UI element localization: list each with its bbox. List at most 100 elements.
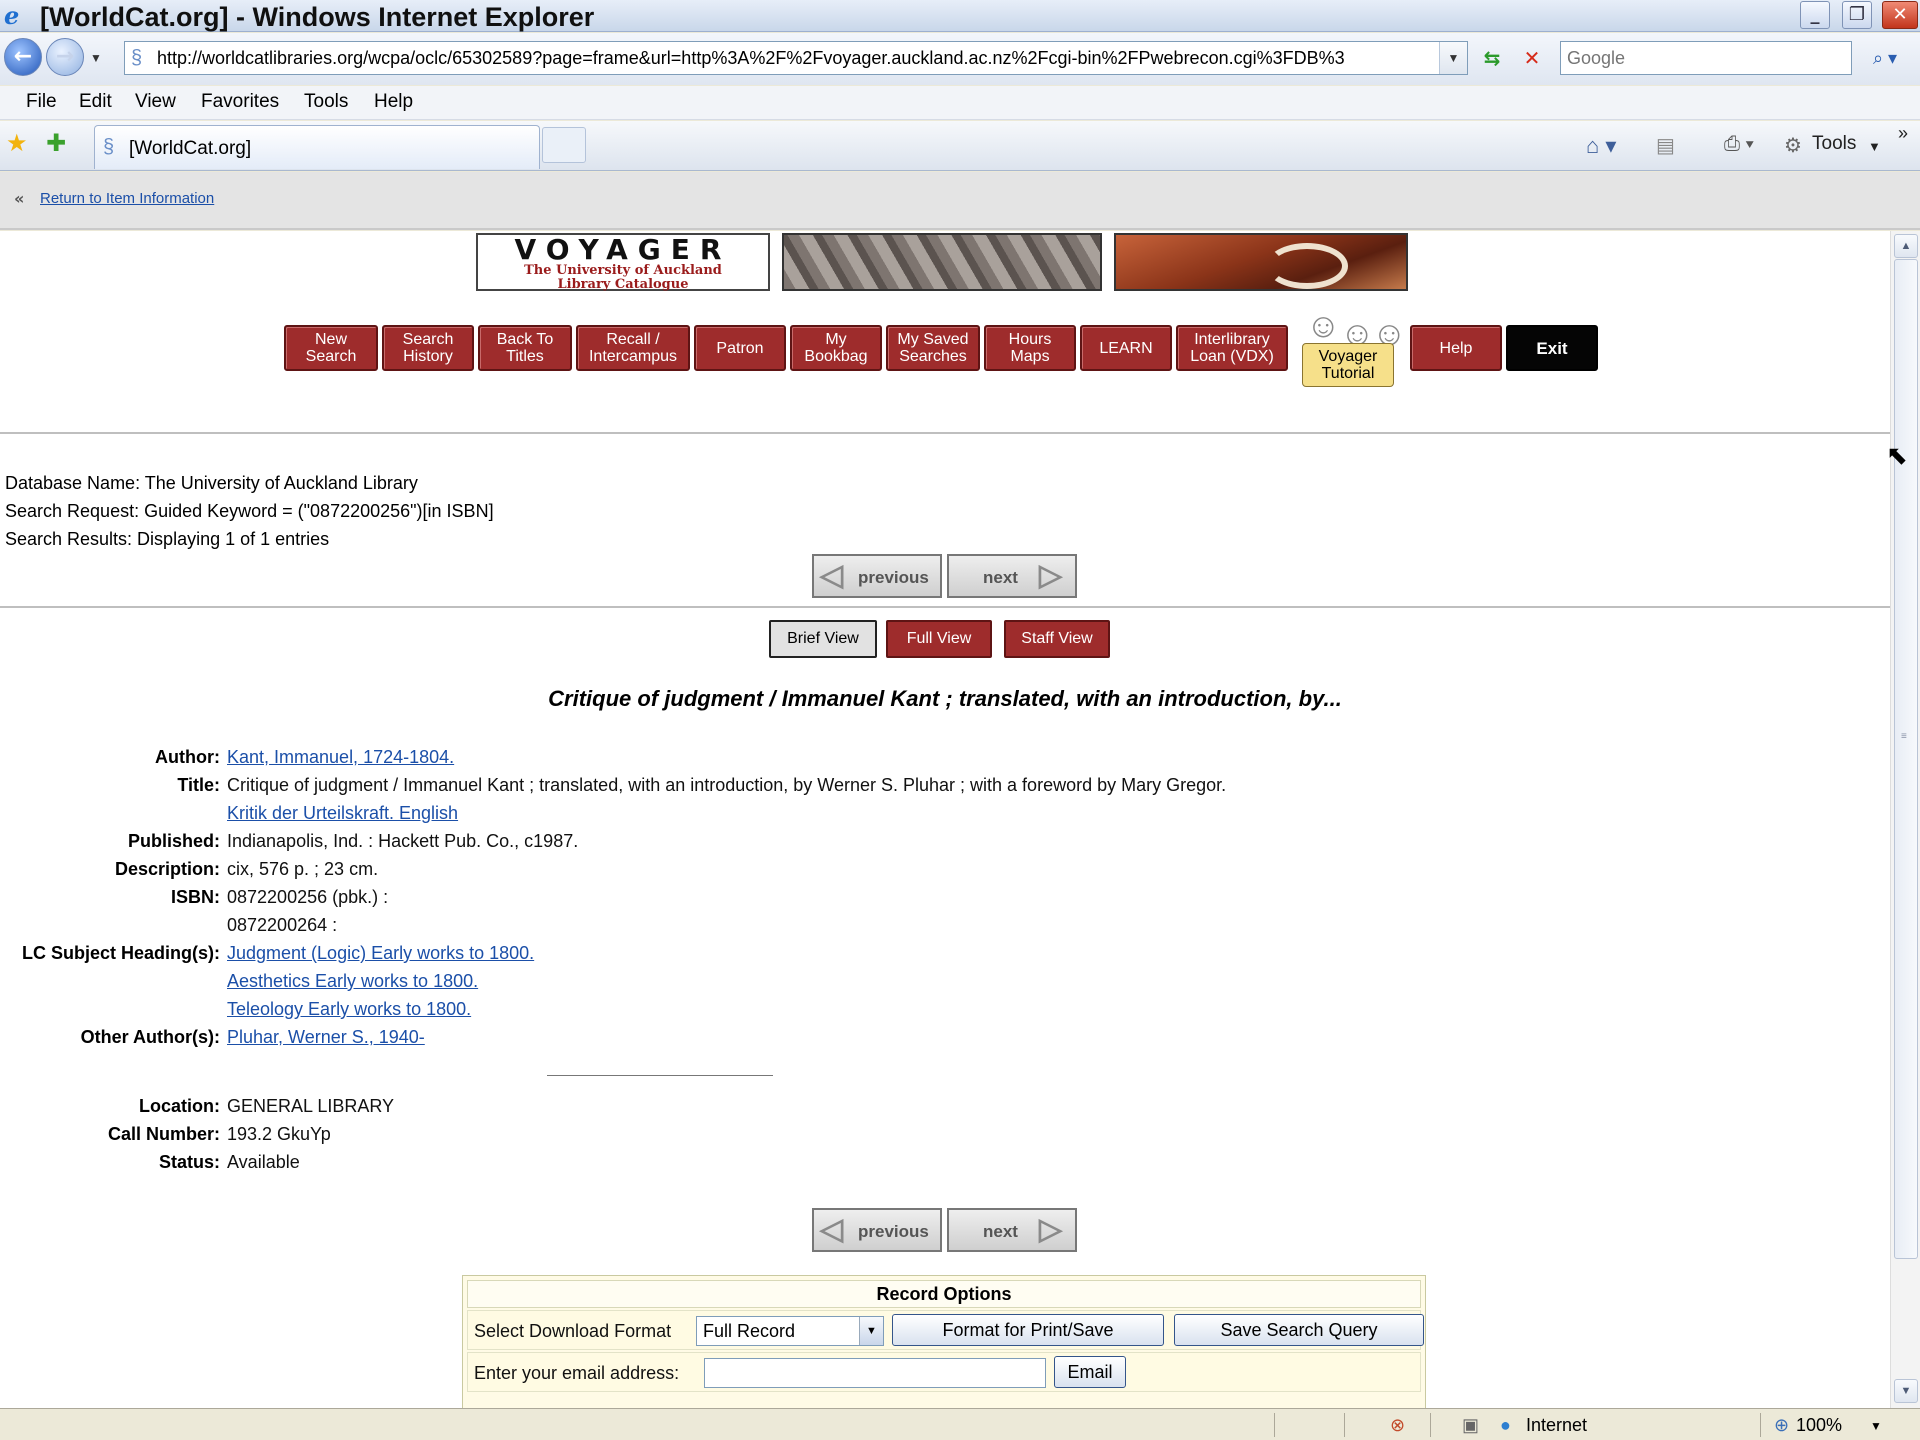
recent-pages-dropdown-icon[interactable]: ▼: [90, 51, 102, 65]
back-button[interactable]: ←: [4, 38, 42, 76]
new-tab-button[interactable]: [542, 127, 586, 163]
location-value: GENERAL LIBRARY: [227, 1096, 395, 1116]
search-history-button[interactable]: Search History: [382, 325, 474, 371]
arrow-left-icon: ◁: [820, 559, 844, 592]
stop-icon[interactable]: ✕: [1516, 41, 1548, 75]
zoom-level[interactable]: 100%: [1796, 1415, 1842, 1436]
gear-icon[interactable]: ⚙: [1784, 133, 1802, 158]
previous-label: previous: [858, 1222, 929, 1241]
close-window-button[interactable]: ✕: [1882, 1, 1918, 29]
tools-menu-button[interactable]: Tools: [1812, 133, 1856, 155]
btn-line: Intercampus: [588, 348, 678, 365]
menu-edit[interactable]: Edit: [79, 91, 112, 113]
protected-mode-icon[interactable]: ▣: [1462, 1415, 1479, 1436]
favorites-star-icon[interactable]: ★: [6, 129, 28, 158]
menu-view[interactable]: View: [135, 91, 176, 113]
voyager-logo[interactable]: VOYAGER The University of Auckland Libra…: [476, 233, 770, 292]
hours-maps-button[interactable]: Hours Maps: [984, 325, 1076, 371]
address-dropdown-icon[interactable]: ▼: [1439, 42, 1467, 74]
restore-button[interactable]: ❐: [1842, 1, 1872, 29]
recall-intercampus-button[interactable]: Recall / Intercampus: [576, 325, 690, 371]
title-label: Title:: [177, 775, 220, 795]
full-view-button[interactable]: Full View: [886, 620, 992, 658]
menu-bar: File Edit View Favorites Tools Help: [0, 86, 1920, 120]
search-box[interactable]: [1560, 41, 1852, 75]
chevron-more-icon[interactable]: »: [1898, 123, 1908, 144]
my-bookbag-button[interactable]: My Bookbag: [790, 325, 882, 371]
description-label: Description:: [114, 859, 220, 879]
interlibrary-loan-button[interactable]: Interlibrary Loan (VDX): [1176, 325, 1288, 371]
staff-view-button[interactable]: Staff View: [1004, 620, 1110, 658]
next-button[interactable]: next ▷: [947, 1208, 1077, 1252]
author-link[interactable]: Kant, Immanuel, 1724-1804.: [227, 747, 454, 768]
email-field[interactable]: [704, 1358, 1046, 1388]
previous-label: previous: [858, 568, 929, 587]
brief-view-button[interactable]: Brief View: [769, 620, 877, 658]
return-to-item-link[interactable]: Return to Item Information: [40, 190, 214, 207]
voyager-tutorial-button[interactable]: Voyager Tutorial: [1302, 343, 1394, 387]
next-button[interactable]: next ▷: [947, 554, 1077, 598]
scroll-down-icon[interactable]: ▼: [1894, 1379, 1918, 1403]
menu-file[interactable]: File: [26, 91, 57, 113]
menu-help[interactable]: Help: [374, 91, 413, 113]
search-input[interactable]: [1561, 42, 1851, 74]
title-value: Critique of judgment / Immanuel Kant ; t…: [227, 775, 1227, 795]
exit-button[interactable]: Exit: [1506, 325, 1598, 371]
add-favorite-icon[interactable]: ✚: [46, 129, 66, 158]
feeds-icon[interactable]: ▤: [1656, 133, 1675, 158]
divider: [1430, 1413, 1431, 1437]
patron-button[interactable]: Patron: [694, 325, 786, 371]
search-go-icon[interactable]: ⌕ ▾: [1858, 41, 1912, 75]
email-row: Enter your email address: Email: [467, 1352, 1421, 1392]
banner-canoe-image: [1114, 233, 1408, 291]
subject-link[interactable]: Judgment (Logic) Early works to 1800.: [227, 943, 534, 964]
btn-line: History: [403, 348, 453, 365]
page-content: VOYAGER The University of Auckland Libra…: [0, 231, 1890, 1408]
btn-line: New: [314, 331, 347, 348]
new-search-button[interactable]: New Search: [284, 325, 378, 371]
security-zone-label[interactable]: Internet: [1526, 1415, 1587, 1436]
menu-tools[interactable]: Tools: [304, 91, 348, 113]
download-format-select[interactable]: Full Record ▼: [696, 1316, 884, 1346]
vertical-scrollbar[interactable]: ▲ ≡ ▼: [1890, 231, 1920, 1408]
help-button[interactable]: Help: [1410, 325, 1502, 371]
print-icon[interactable]: ⎙ ▾: [1724, 133, 1754, 156]
chevron-down-icon[interactable]: ▼: [859, 1317, 883, 1345]
published-label: Published:: [127, 831, 220, 851]
uniform-title-link[interactable]: Kritik der Urteilskraft. English: [227, 803, 458, 824]
btn-line: Back To: [496, 331, 554, 348]
author-label: Author:: [155, 747, 220, 767]
scroll-up-icon[interactable]: ▲: [1894, 234, 1918, 258]
email-button[interactable]: Email: [1054, 1356, 1126, 1388]
isbn-value: 0872200264 :: [227, 915, 338, 935]
format-print-save-button[interactable]: Format for Print/Save: [892, 1314, 1164, 1346]
previous-button[interactable]: ◁ previous: [812, 554, 942, 598]
description-value: cix, 576 p. ; 23 cm.: [227, 859, 379, 879]
subjects-label: LC Subject Heading(s):: [21, 943, 220, 963]
subject-link[interactable]: Aesthetics Early works to 1800.: [227, 971, 478, 992]
popup-blocker-icon[interactable]: ⊗: [1390, 1415, 1405, 1436]
arrow-right-icon: ▷: [1039, 559, 1063, 592]
menu-favorites[interactable]: Favorites: [201, 91, 279, 113]
tools-dropdown-icon[interactable]: ▼: [1868, 139, 1881, 154]
previous-button[interactable]: ◁ previous: [812, 1208, 942, 1252]
my-saved-searches-button[interactable]: My Saved Searches: [886, 325, 980, 371]
other-author-link[interactable]: Pluhar, Werner S., 1940-: [227, 1027, 425, 1048]
tab-worldcat[interactable]: § [WorldCat.org]: [94, 125, 540, 169]
zoom-icon: ⊕: [1774, 1415, 1790, 1435]
scroll-thumb[interactable]: [1894, 259, 1918, 1259]
address-url[interactable]: http://worldcatlibraries.org/wcpa/oclc/6…: [157, 48, 1427, 69]
save-search-query-button[interactable]: Save Search Query: [1174, 1314, 1424, 1346]
minimize-button[interactable]: _: [1800, 1, 1830, 29]
forward-button[interactable]: →: [46, 38, 84, 76]
learn-button[interactable]: LEARN: [1080, 325, 1172, 371]
btn-line: Interlibrary: [1194, 331, 1270, 348]
address-bar[interactable]: § http://worldcatlibraries.org/wcpa/oclc…: [124, 41, 1468, 75]
zoom-dropdown-icon[interactable]: ▼: [1870, 1419, 1882, 1433]
home-icon[interactable]: ⌂ ▾: [1586, 133, 1616, 159]
subject-link[interactable]: Teleology Early works to 1800.: [227, 999, 471, 1020]
back-to-titles-button[interactable]: Back To Titles: [478, 325, 572, 371]
refresh-icon[interactable]: ⇆: [1476, 41, 1508, 75]
tab-bar: ★ ✚ § [WorldCat.org] ⌂ ▾ ▤ ⎙ ▾ ⚙ Tools ▼…: [0, 121, 1920, 171]
mouse-cursor-icon: ⬉: [1886, 440, 1908, 470]
